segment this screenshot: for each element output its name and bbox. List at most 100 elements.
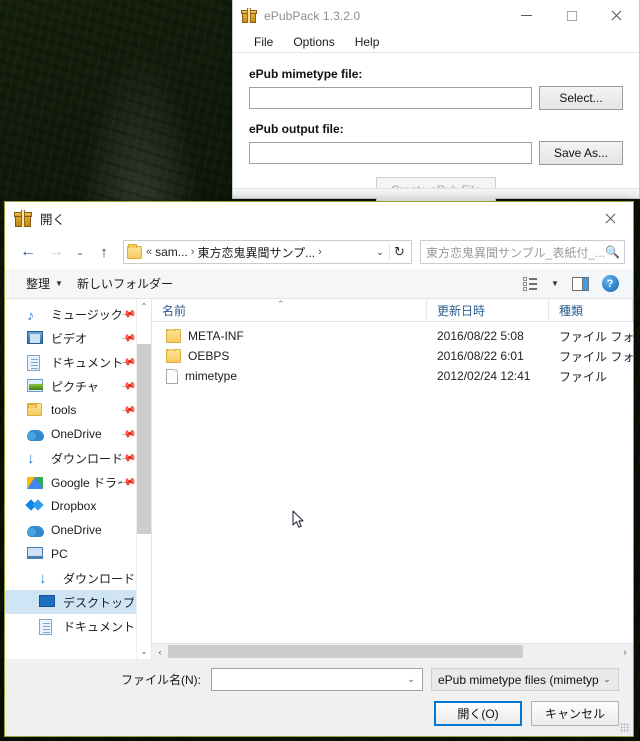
- chevron-down-icon: ▼: [551, 279, 559, 288]
- sidebar-item-label: ダウンロード: [63, 571, 134, 586]
- sidebar-item-5[interactable]: OneDrive 📌: [5, 422, 136, 446]
- minimize-icon: [521, 15, 532, 16]
- pin-icon[interactable]: 📌: [120, 306, 136, 322]
- maximize-button[interactable]: [549, 0, 594, 31]
- open-dialog-titlebar[interactable]: 開く: [5, 202, 633, 235]
- help-button[interactable]: ?: [595, 272, 625, 296]
- refresh-icon[interactable]: ↻: [389, 244, 409, 260]
- chevron-down-icon[interactable]: ⌄: [599, 674, 615, 685]
- navigation-pane: ♪ ミュージック 📌 ビデオ 📌 ドキュメント 📌 ピクチャ 📌 tools 📌 OneDrive 📌 ↓…: [5, 299, 152, 659]
- cancel-button[interactable]: キャンセル: [531, 701, 619, 726]
- filetype-select[interactable]: ePub mimetype files (mimetype ⌄: [431, 668, 619, 691]
- scrollbar-thumb[interactable]: [137, 344, 151, 534]
- help-icon: ?: [601, 275, 619, 292]
- new-folder-button[interactable]: 新しいフォルダー: [70, 271, 180, 296]
- pin-icon[interactable]: 📌: [120, 426, 136, 442]
- pin-icon[interactable]: 📌: [120, 330, 136, 346]
- hscroll-left-button[interactable]: ‹: [152, 647, 168, 657]
- output-file-input[interactable]: [249, 142, 532, 164]
- sidebar-item-11[interactable]: ↓ ダウンロード: [5, 566, 136, 590]
- pin-icon[interactable]: 📌: [120, 402, 136, 418]
- organize-label: 整理: [26, 277, 51, 291]
- table-row[interactable]: mimetype 2012/02/24 12:41 ファイル: [152, 366, 633, 386]
- mimetype-field-label: ePub mimetype file:: [249, 67, 363, 81]
- close-icon: [605, 213, 616, 224]
- pin-icon[interactable]: 📌: [120, 474, 136, 490]
- breadcrumb-item-2[interactable]: 東方恋鬼異聞サンプ...: [197, 244, 315, 261]
- hscrollbar-thumb[interactable]: [168, 645, 523, 658]
- forward-button[interactable]: →: [43, 239, 69, 265]
- search-icon: 🔍: [605, 245, 620, 259]
- sidebar-item-3[interactable]: ピクチャ 📌: [5, 374, 136, 398]
- breadcrumb-separator-2: ›: [318, 246, 322, 258]
- organize-button[interactable]: 整理 ▼: [19, 271, 70, 296]
- sidebar-item-2[interactable]: ドキュメント 📌: [5, 350, 136, 374]
- close-button[interactable]: [594, 0, 639, 31]
- column-header-name[interactable]: 名前: [152, 299, 427, 321]
- scrollbar-track[interactable]: [137, 314, 151, 644]
- sidebar-item-13[interactable]: ドキュメント: [5, 614, 136, 638]
- menu-item-help[interactable]: Help: [346, 33, 389, 51]
- onedrive-icon: [27, 426, 45, 442]
- package-icon: [241, 7, 257, 24]
- table-row[interactable]: OEBPS 2016/08/22 6:01 ファイル フォルダ: [152, 346, 633, 366]
- open-dialog-close-button[interactable]: [587, 202, 633, 235]
- hscroll-right-button[interactable]: ›: [617, 647, 633, 657]
- menu-item-file[interactable]: File: [245, 33, 282, 51]
- recent-locations-button[interactable]: ⌄: [71, 239, 89, 265]
- pc-icon: [27, 546, 45, 562]
- back-button[interactable]: ←: [15, 239, 41, 265]
- output-field-row: Save As...: [249, 141, 623, 165]
- file-list-horizontal-scrollbar[interactable]: ‹ ›: [152, 643, 633, 659]
- open-button[interactable]: 開く(O): [434, 701, 522, 726]
- scroll-down-button[interactable]: ⌄: [137, 644, 151, 659]
- sidebar-item-9[interactable]: OneDrive: [5, 518, 136, 542]
- sidebar-item-label: デスクトップ: [63, 595, 134, 610]
- navigation-list: ♪ ミュージック 📌 ビデオ 📌 ドキュメント 📌 ピクチャ 📌 tools 📌 OneDrive 📌 ↓…: [5, 299, 136, 659]
- view-mode-button[interactable]: [515, 272, 545, 296]
- chevron-down-icon[interactable]: ⌄: [403, 674, 419, 685]
- preview-pane-button[interactable]: [565, 272, 595, 296]
- table-row[interactable]: META-INF 2016/08/22 5:08 ファイル フォルダ: [152, 326, 633, 346]
- sidebar-item-0[interactable]: ♪ ミュージック 📌: [5, 302, 136, 326]
- save-as-button[interactable]: Save As...: [539, 141, 623, 165]
- sidebar-item-label: PC: [51, 547, 68, 561]
- sidebar-item-4[interactable]: tools 📌: [5, 398, 136, 422]
- epubpack-title: ePubPack 1.3.2.0: [264, 8, 361, 23]
- sidebar-item-12[interactable]: デスクトップ: [5, 590, 136, 614]
- sidebar-item-10[interactable]: PC: [5, 542, 136, 566]
- mimetype-file-input[interactable]: [249, 87, 532, 109]
- up-button[interactable]: ↑: [91, 239, 117, 265]
- minimize-button[interactable]: [504, 0, 549, 31]
- menu-item-options[interactable]: Options: [284, 33, 343, 51]
- file-name: OEBPS: [188, 349, 230, 363]
- maximize-icon: [566, 10, 577, 21]
- view-mode-caret[interactable]: ▼: [545, 272, 565, 296]
- sidebar-item-7[interactable]: Google ドライブ📌: [5, 470, 136, 494]
- select-button[interactable]: Select...: [539, 86, 623, 110]
- open-file-dialog: 開く ← → ⌄ ↑ « sam... › 東方恋鬼異聞サンプ... › ⌄ ↻…: [4, 201, 634, 737]
- cell-modified: 2012/02/24 12:41: [437, 369, 531, 383]
- sidebar-item-6[interactable]: ↓ ダウンロード 📌: [5, 446, 136, 470]
- preview-pane-icon: [571, 276, 589, 291]
- filename-input[interactable]: ⌄: [211, 668, 423, 691]
- sidebar-item-1[interactable]: ビデオ 📌: [5, 326, 136, 350]
- pin-icon[interactable]: 📌: [120, 378, 136, 394]
- column-header-modified[interactable]: 更新日時: [427, 299, 549, 321]
- sidebar-item-8[interactable]: Dropbox: [5, 494, 136, 518]
- chevron-down-icon[interactable]: ⌄: [371, 247, 389, 258]
- resize-grip[interactable]: [620, 723, 630, 733]
- column-header-type[interactable]: 種類: [549, 299, 633, 321]
- google-drive-icon: [27, 474, 45, 490]
- breadcrumb-item-1[interactable]: sam...: [155, 245, 188, 259]
- epubpack-titlebar[interactable]: ePubPack 1.3.2.0: [233, 0, 639, 31]
- open-dialog-title: 開く: [40, 213, 66, 227]
- address-bar[interactable]: « sam... › 東方恋鬼異聞サンプ... › ⌄ ↻: [123, 240, 412, 264]
- pin-icon[interactable]: 📌: [120, 450, 136, 466]
- navigation-pane-scrollbar[interactable]: ⌃ ⌄: [136, 299, 151, 659]
- pin-icon[interactable]: 📌: [120, 354, 136, 370]
- breadcrumb-overflow[interactable]: «: [146, 246, 152, 258]
- scroll-up-button[interactable]: ⌃: [137, 299, 151, 314]
- hscrollbar-track[interactable]: [168, 645, 617, 658]
- search-input[interactable]: 東方恋鬼異聞サンプル_表紙付_... 🔍: [420, 240, 625, 264]
